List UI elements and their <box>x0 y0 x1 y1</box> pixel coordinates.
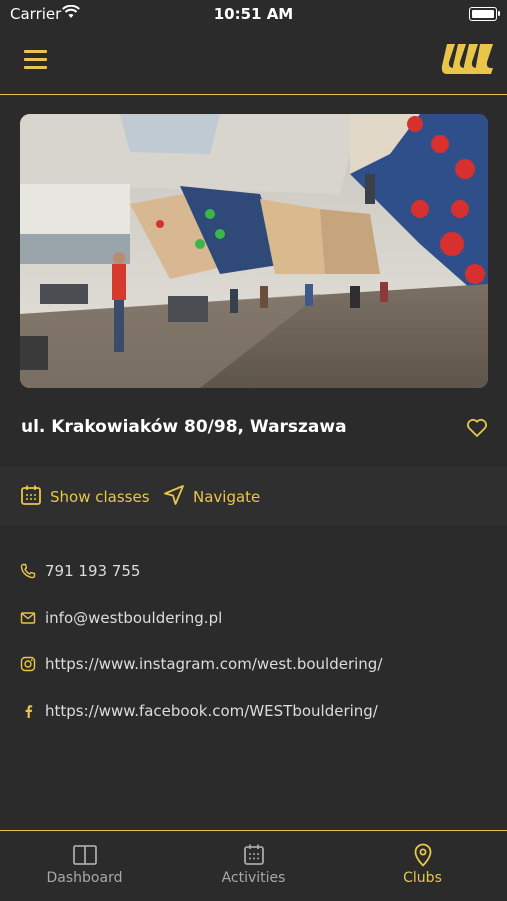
instagram-value: https://www.instagram.com/west.boulderin… <box>45 655 383 673</box>
facebook-value: https://www.facebook.com/WESTbouldering/ <box>45 702 378 720</box>
navigation-arrow-icon <box>163 484 185 510</box>
tab-dashboard-label: Dashboard <box>46 870 123 886</box>
mail-icon <box>20 610 36 626</box>
tab-clubs[interactable]: Clubs <box>338 831 507 901</box>
dashboard-icon <box>72 843 98 867</box>
tab-activities[interactable]: Activities <box>169 831 338 901</box>
phone-contact[interactable]: 791 193 755 <box>0 556 507 586</box>
club-address: ul. Krakowiaków 80/98, Warszawa <box>21 417 347 437</box>
facebook-contact[interactable]: https://www.facebook.com/WESTbouldering/ <box>0 696 507 726</box>
email-value: info@westbouldering.pl <box>45 609 223 627</box>
tab-dashboard[interactable]: Dashboard <box>0 831 169 901</box>
climbing-gym-photo <box>20 114 488 388</box>
navigate-button[interactable]: Navigate <box>163 485 260 509</box>
hamburger-menu-icon[interactable] <box>24 50 48 70</box>
heart-icon[interactable] <box>465 416 489 440</box>
phone-icon <box>20 563 36 579</box>
location-pin-icon <box>410 843 436 867</box>
calendar-icon <box>20 484 42 510</box>
calendar-icon <box>241 843 267 867</box>
tab-clubs-label: Clubs <box>403 870 442 886</box>
tab-activities-label: Activities <box>221 870 286 886</box>
west-bouldering-logo <box>439 40 495 76</box>
battery-icon <box>469 7 500 21</box>
phone-value: 791 193 755 <box>45 562 141 580</box>
facebook-icon <box>20 703 36 719</box>
show-classes-label: Show classes <box>50 488 150 506</box>
instagram-icon <box>20 656 36 672</box>
clock: 10:51 AM <box>213 5 294 23</box>
status-bar: Carrier 10:51 AM <box>0 0 507 30</box>
show-classes-button[interactable]: Show classes <box>20 485 150 509</box>
email-contact[interactable]: info@westbouldering.pl <box>0 603 507 633</box>
top-bar <box>0 30 507 95</box>
club-header: ul. Krakowiaków 80/98, Warszawa <box>0 404 507 454</box>
tab-bar: Dashboard Activities Clubs <box>0 830 507 901</box>
club-actions: Show classes Navigate <box>0 466 507 526</box>
instagram-contact[interactable]: https://www.instagram.com/west.boulderin… <box>0 649 507 679</box>
navigate-label: Navigate <box>193 488 261 506</box>
